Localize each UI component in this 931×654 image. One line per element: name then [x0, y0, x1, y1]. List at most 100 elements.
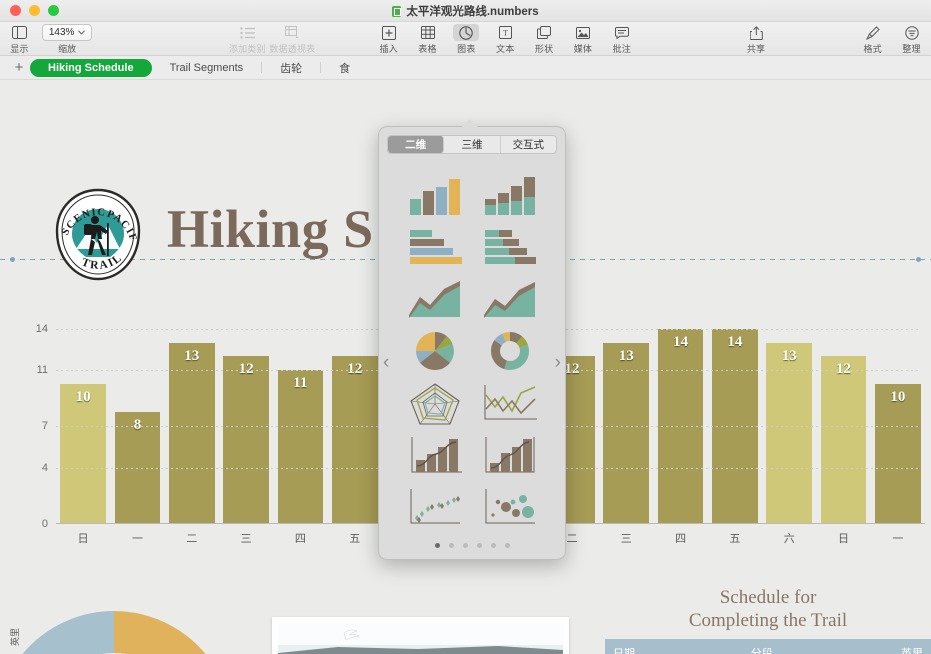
chart-type-stacked-column-chart[interactable] [477, 169, 543, 221]
toolbar-table-button[interactable]: 表格 [408, 22, 447, 55]
sheet-tab-hiking-schedule[interactable]: Hiking Schedule [30, 58, 152, 77]
chart-bar-cell[interactable]: 10 [56, 316, 110, 524]
chart-type-bar-chart[interactable] [402, 221, 468, 273]
chart-type-popover[interactable]: 二维 三维 交互式 ‹ › [378, 119, 566, 560]
chart-type-pie-chart[interactable] [402, 325, 468, 377]
chart-x-tick: 一 [131, 533, 143, 545]
sheet-tab-food[interactable]: 食 [321, 59, 368, 77]
chart-x-tick: 五 [729, 533, 741, 545]
chart-type-radar-chart[interactable] [402, 377, 468, 429]
chart-bar-cell[interactable]: 13 [165, 316, 219, 524]
toolbar-media-button[interactable]: 媒体 [564, 22, 603, 55]
segment-3d[interactable]: 三维 [444, 136, 501, 153]
chart-bar[interactable]: 10 [60, 384, 106, 524]
guide-handle-right[interactable] [916, 257, 921, 262]
popover-next-page-icon[interactable]: › [555, 352, 561, 374]
toolbar-share-button[interactable]: 共享 [737, 22, 776, 55]
chart-bar-cell[interactable]: 11 [273, 316, 327, 524]
segment-interactive[interactable]: 交互式 [501, 136, 556, 153]
chart-type-column-line-chart[interactable] [402, 429, 468, 481]
popover-page-dot[interactable] [504, 543, 510, 548]
chart-bar-value-label: 10 [75, 389, 91, 406]
chart-type-stacked-bar-chart[interactable] [477, 221, 543, 273]
sheet-tab-trail-segments[interactable]: Trail Segments [152, 59, 262, 77]
popover-page-dot[interactable] [434, 543, 440, 548]
toolbar-pivot-table-button[interactable]: 数据透视表 [267, 22, 318, 55]
chart-bar[interactable]: 12 [820, 356, 867, 524]
chart-type-column-chart[interactable] [402, 169, 468, 221]
chart-bar-cell[interactable]: 10 [871, 316, 925, 524]
chart-type-line-chart[interactable] [477, 377, 543, 429]
chart-bar-cell[interactable]: 12 [816, 316, 870, 524]
toolbar-add-category-button[interactable]: 添加类别 [228, 22, 267, 55]
zoom-select[interactable]: 143% [41, 24, 93, 41]
toolbar-shape-label: 形状 [534, 44, 554, 54]
toolbar-organize-label: 整理 [902, 44, 921, 54]
chart-type-column-line-axis-chart[interactable] [477, 429, 543, 481]
add-sheet-button[interactable]: + [8, 59, 30, 77]
page-title[interactable]: Hiking S [167, 198, 374, 260]
minimize-button[interactable] [29, 5, 40, 16]
segment-2d[interactable]: 二维 [388, 136, 445, 153]
popover-prev-page-icon[interactable]: ‹ [383, 352, 389, 374]
toolbar-view-label: 显示 [10, 44, 29, 54]
chart-y-tick: 4 [41, 462, 48, 475]
column-header-date[interactable]: 日期 [605, 639, 743, 654]
schedule-title-line-1: Schedule for [719, 587, 817, 608]
chart-bar-cell[interactable]: 8 [110, 316, 164, 524]
percentage-donut-chart[interactable]: Percentage of Trail [0, 592, 248, 654]
toolbar-table-label: 表格 [418, 44, 437, 54]
chart-bar[interactable]: 11 [277, 370, 324, 524]
sheet-tab-gears[interactable]: 齿轮 [262, 59, 320, 77]
chart-y-tick: 14 [35, 322, 48, 335]
scenic-pacific-trails-logo[interactable]: SCENIC PACIFIC TRAILS [46, 178, 146, 283]
window-controls[interactable] [10, 5, 59, 16]
toolbar-organize-button[interactable]: 整理 [892, 22, 931, 55]
toolbar-comment-label: 批注 [612, 44, 631, 54]
chart-bar-value-label: 14 [673, 333, 689, 350]
chart-type-donut-chart[interactable] [477, 325, 543, 377]
chart-type-area-chart[interactable] [402, 273, 468, 325]
column-header-section[interactable]: 分段 [742, 639, 893, 654]
popover-page-dot[interactable] [490, 543, 496, 548]
chart-bar[interactable]: 12 [331, 356, 378, 524]
toolbar-zoom-control[interactable]: 143% 缩放 [39, 22, 96, 55]
chart-bar-cell[interactable]: 14 [708, 316, 762, 524]
chart-bar[interactable]: 12 [223, 356, 269, 524]
toolbar-view-button[interactable]: 显示 [0, 22, 39, 55]
chart-bar[interactable]: 10 [875, 384, 921, 524]
chart-bar-cell[interactable]: 12 [219, 316, 273, 524]
chart-dimension-segmented-control[interactable]: 二维 三维 交互式 [379, 127, 565, 158]
chart-bar-cell[interactable]: 12 [328, 316, 382, 524]
popover-page-dot[interactable] [462, 543, 468, 548]
guide-handle-left[interactable] [10, 257, 15, 262]
schedule-table[interactable]: 日期 分段 英里 2015年7月5—20日California Sections… [605, 639, 931, 654]
document-canvas[interactable]: SCENIC PACIFIC TRAILS Hiking S 英里 0 4 7 11 1… [0, 80, 931, 654]
toolbar-format-button[interactable]: 格式 [853, 22, 892, 55]
media-icon [570, 24, 596, 41]
popover-page-dot[interactable] [448, 543, 454, 548]
close-button[interactable] [10, 5, 21, 16]
chart-bar-cell[interactable]: 13 [762, 316, 816, 524]
chart-y-axis-labels: 0 4 7 11 14 [22, 316, 48, 550]
chart-type-scatter-chart[interactable] [402, 481, 468, 533]
popover-page-dot[interactable] [476, 543, 482, 548]
zoom-value: 143% [48, 27, 75, 38]
chart-bar-value-label: 14 [727, 333, 743, 350]
chart-type-bubble-chart[interactable] [477, 481, 543, 533]
toolbar-insert-button[interactable]: 插入 [369, 22, 408, 55]
zoom-button[interactable] [48, 5, 59, 16]
chart-bar-value-label: 13 [781, 347, 797, 364]
toolbar-shape-button[interactable]: 形状 [525, 22, 564, 55]
chart-bar-cell[interactable]: 14 [653, 316, 707, 524]
photo-frame[interactable] [272, 617, 569, 654]
chart-bar-value-label: 13 [184, 347, 200, 364]
column-header-miles[interactable]: 英里 [892, 639, 931, 654]
toolbar-text-button[interactable]: T 文本 [486, 22, 525, 55]
chart-bar-cell[interactable]: 13 [599, 316, 653, 524]
schedule-section[interactable]: Schedule for Completing the Trail 日期 分段 … [605, 586, 931, 654]
toolbar-chart-button[interactable]: 图表 [447, 22, 486, 55]
chart-type-stacked-area-chart[interactable] [477, 273, 543, 325]
chart-x-tick: 四 [294, 533, 306, 545]
toolbar-comment-button[interactable]: 批注 [602, 22, 641, 55]
